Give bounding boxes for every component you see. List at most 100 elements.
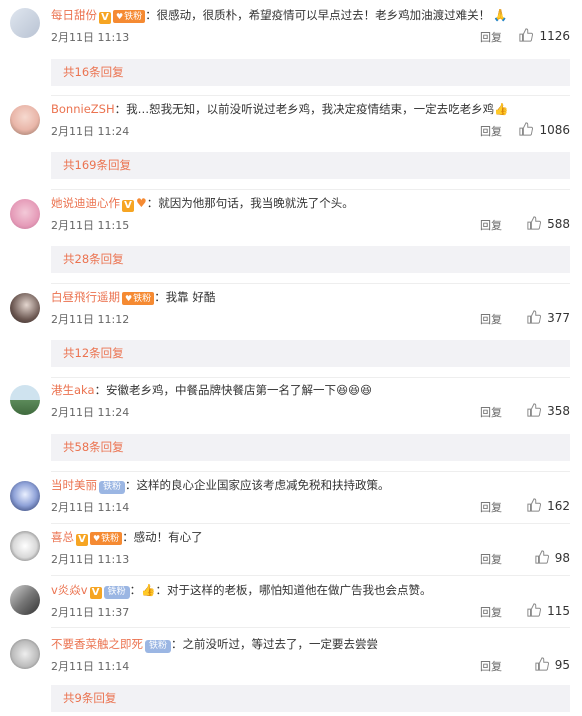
- reply-button[interactable]: 回复: [480, 217, 502, 233]
- thumbs-up-icon: [527, 603, 542, 617]
- view-replies-link[interactable]: 共12条回复: [51, 340, 570, 367]
- username[interactable]: v炎焱v: [51, 583, 88, 597]
- comment-text: ：我靠 好酷: [154, 290, 216, 304]
- thumbs-up-icon: [535, 550, 549, 564]
- avatar[interactable]: [10, 8, 40, 38]
- like-count: 162: [547, 499, 570, 513]
- iron-fan-badge: ♥铁粉: [122, 292, 155, 305]
- like-count: 1086: [539, 123, 570, 137]
- avatar[interactable]: [10, 481, 40, 511]
- divider: [51, 471, 570, 472]
- like-button[interactable]: 588: [527, 216, 570, 231]
- iron-fan-badge: ♥铁粉: [113, 10, 146, 23]
- comment-time: 2月11日 11:24: [51, 406, 130, 419]
- like-button[interactable]: 1126: [519, 28, 570, 43]
- like-button[interactable]: 95: [535, 657, 570, 672]
- divider: [51, 377, 570, 378]
- reply-button[interactable]: 回复: [480, 551, 502, 567]
- divider: [51, 627, 570, 628]
- comment-time: 2月11日 11:13: [51, 553, 130, 566]
- like-count: 588: [547, 217, 570, 231]
- like-button[interactable]: 162: [527, 498, 570, 513]
- reply-button[interactable]: 回复: [480, 499, 502, 515]
- divider: [51, 189, 570, 190]
- like-count: 98: [554, 551, 570, 565]
- view-replies-link[interactable]: 共28条回复: [51, 246, 570, 273]
- comment-time: 2月11日 11:14: [51, 660, 130, 673]
- thumbs-up-icon: [519, 28, 534, 42]
- thumbs-up-icon: [519, 122, 534, 136]
- avatar[interactable]: [10, 585, 40, 615]
- view-replies-link[interactable]: 共9条回复: [51, 685, 570, 712]
- divider: [51, 523, 570, 524]
- comment-text: ：这样的良心企业国家应该考虑减免税和扶持政策。: [125, 478, 390, 492]
- like-count: 95: [554, 658, 570, 672]
- verified-v-icon: V: [76, 534, 88, 546]
- like-button[interactable]: 1086: [519, 122, 570, 137]
- comment-text: ：很感动，很质朴，希望疫情可以早点过去！老乡鸡加油渡过难关！: [145, 8, 491, 22]
- comment-text: ：就因为他那句话，我当晚就洗了个头。: [146, 196, 354, 210]
- like-count: 358: [547, 404, 570, 418]
- comment-time: 2月11日 11:15: [51, 219, 130, 232]
- verified-v-icon: V: [122, 200, 134, 212]
- iron-fan-badge: 铁粉: [145, 640, 172, 653]
- divider: [51, 575, 570, 576]
- like-count: 377: [547, 311, 570, 325]
- view-replies-link[interactable]: 共169条回复: [51, 152, 570, 179]
- avatar[interactable]: [10, 639, 40, 669]
- view-replies-link[interactable]: 共58条回复: [51, 434, 570, 461]
- thumbs-up-emoji-icon: ：👍: [129, 583, 156, 597]
- reply-button[interactable]: 回复: [480, 123, 502, 139]
- username[interactable]: 港生aka: [51, 383, 95, 397]
- comment-time: 2月11日 11:14: [51, 501, 130, 514]
- heart-icon: ♥: [125, 294, 133, 303]
- username[interactable]: 不要香菜触之即死: [51, 637, 143, 651]
- reply-button[interactable]: 回复: [480, 404, 502, 420]
- verified-v-icon: V: [89, 587, 102, 599]
- like-button[interactable]: 377: [527, 310, 570, 325]
- divider: [51, 95, 570, 96]
- comment-text: ：安徽老乡鸡，中餐品牌快餐店第一名了解一下: [94, 383, 337, 397]
- comment-time: 2月11日 11:24: [51, 125, 130, 138]
- pray-emoji-icon: 🙏: [493, 8, 508, 22]
- avatar[interactable]: [10, 293, 40, 323]
- username[interactable]: 每日甜份: [51, 8, 97, 22]
- thumbs-up-icon: [527, 403, 542, 417]
- like-count: 1126: [539, 29, 570, 43]
- comment-time: 2月11日 11:37: [51, 606, 130, 619]
- comment-text: ：对于这样的老板，哪怕知道他在做广告我也会点赞。: [155, 583, 432, 597]
- like-button[interactable]: 98: [535, 550, 570, 565]
- comment-text: ：感动！有心了: [122, 530, 203, 544]
- like-count: 115: [547, 604, 570, 618]
- like-button[interactable]: 115: [527, 603, 570, 618]
- avatar[interactable]: [10, 531, 40, 561]
- iron-fan-badge: 铁粉: [103, 586, 130, 599]
- reply-button[interactable]: 回复: [480, 29, 502, 45]
- laughing-emoji-icon: 😆😆😆: [336, 383, 373, 397]
- like-button[interactable]: 358: [527, 403, 570, 418]
- thumbs-up-icon: [527, 498, 542, 512]
- thumbs-up-icon: [527, 216, 542, 230]
- iron-fan-badge: 铁粉: [99, 481, 126, 494]
- avatar[interactable]: [10, 105, 40, 135]
- username[interactable]: BonnieZSH: [51, 102, 115, 116]
- username[interactable]: 喜总: [51, 530, 74, 544]
- username[interactable]: 她说迪迪心作: [51, 196, 120, 210]
- comment-text: ：之前没听过，等过去了，一定要去尝尝: [171, 637, 379, 651]
- reply-button[interactable]: 回复: [480, 311, 502, 327]
- heart-badge-icon: ♥: [136, 196, 147, 210]
- heart-icon: ♥: [116, 12, 124, 21]
- username[interactable]: 当时美丽: [51, 478, 97, 492]
- comment-list: 每日甜份 V ♥铁粉 ：很感动，很质朴，希望疫情可以早点过去！老乡鸡加油渡过难关！ 🙏 …: [0, 0, 582, 716]
- username[interactable]: 白昼飛行遥期: [51, 290, 120, 304]
- view-replies-link[interactable]: 共16条回复: [51, 59, 570, 86]
- avatar[interactable]: [10, 385, 40, 415]
- thumbs-up-icon: [527, 310, 542, 324]
- reply-button[interactable]: 回复: [480, 658, 502, 674]
- divider: [51, 283, 570, 284]
- thumbs-up-icon: [535, 657, 549, 671]
- avatar[interactable]: [10, 199, 40, 229]
- verified-v-icon: V: [99, 12, 111, 24]
- comment-text: ：我…恕我无知，以前没听说过老乡鸡，我决定疫情结束，一定去吃老乡鸡: [114, 102, 495, 116]
- reply-button[interactable]: 回复: [480, 604, 502, 620]
